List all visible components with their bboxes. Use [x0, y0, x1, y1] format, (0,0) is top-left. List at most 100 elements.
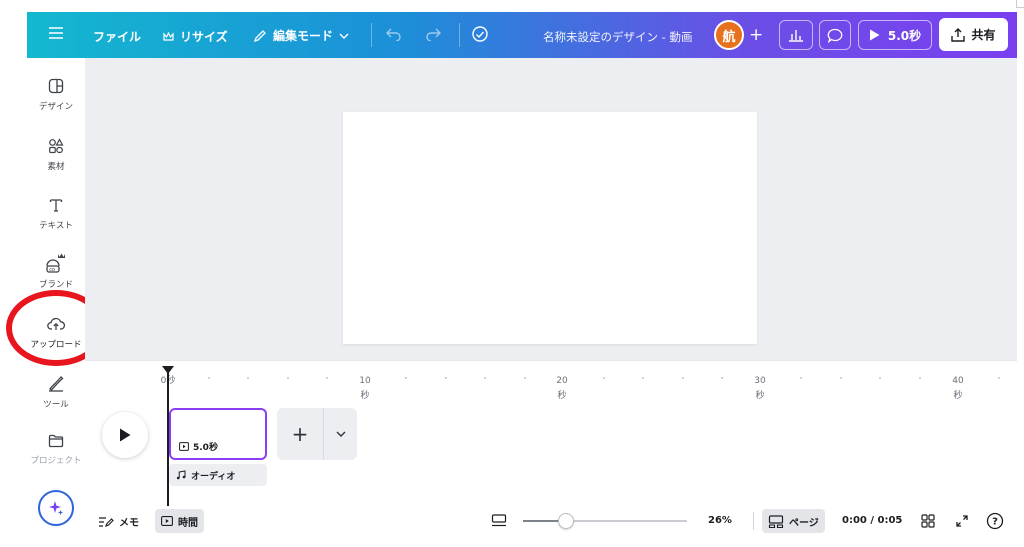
timeline-tick-40: 40 秒 [948, 374, 968, 404]
notes-label: メモ [119, 518, 139, 529]
clip-duration: 5.0秒 [179, 440, 218, 453]
timeline-clip[interactable]: 5.0秒 [169, 408, 267, 460]
playhead-line[interactable] [167, 372, 169, 506]
design-title[interactable]: 名称未設定のデザイン - 動画 [543, 29, 692, 45]
redo-icon [426, 28, 441, 41]
tick-value: 30 [754, 376, 766, 386]
tick-unit: 秒 [953, 391, 963, 401]
share-label: 共有 [971, 28, 996, 42]
audio-track-button[interactable]: オーディオ [169, 464, 267, 486]
redo-button[interactable] [425, 27, 441, 41]
insights-button[interactable] [779, 20, 813, 50]
add-page-options-button[interactable] [324, 408, 357, 460]
edit-mode-dropdown[interactable]: 編集モード [253, 27, 349, 44]
design-title-text: 名称未設定のデザイン - 動画 [543, 30, 693, 44]
sidebar-item-tools[interactable]: ツール [27, 374, 85, 410]
sidebar-item-text[interactable]: テキスト [27, 197, 85, 231]
add-page-control: + [277, 408, 357, 460]
timeline-play-button[interactable] [102, 412, 148, 458]
sidebar-item-projects[interactable]: プロジェクト [27, 434, 85, 466]
share-button[interactable]: 共有 [939, 18, 1008, 51]
timeline-tick-30: 30 秒 [750, 374, 770, 404]
file-menu-button[interactable]: ファイル [93, 28, 141, 45]
menu-button[interactable] [49, 27, 63, 39]
timeline-minor-tick [839, 377, 842, 379]
pages-label: ページ [789, 517, 819, 529]
zoom-level-text: 26% [708, 515, 732, 526]
expand-icon [956, 515, 968, 527]
design-page-canvas[interactable] [343, 112, 757, 344]
tick-value: 10 [359, 376, 371, 386]
time-display: 0:00 / 0:05 [842, 515, 902, 526]
thumbnail-view-button[interactable] [491, 514, 507, 527]
notes-pencil-icon [99, 516, 114, 527]
edit-mode-label: 編集モード [273, 29, 334, 43]
avatar[interactable]: 航 [714, 20, 744, 50]
svg-text:co: co [49, 267, 55, 273]
frame-edge [1016, 7, 1024, 8]
timing-button[interactable]: 時間 [155, 509, 204, 533]
sidebar-item-label: デザイン [38, 102, 73, 112]
timeline-minor-tick [247, 377, 249, 379]
grid-view-button[interactable] [921, 514, 935, 528]
timing-label: 時間 [178, 517, 198, 529]
sidebar-item-elements[interactable]: 素材 [27, 138, 85, 172]
undo-icon [386, 28, 401, 41]
audio-label: オーディオ [191, 471, 236, 482]
fullscreen-button[interactable] [955, 514, 969, 528]
timeline-tick-10: 10 秒 [355, 374, 375, 404]
timeline-minor-tick [602, 377, 605, 379]
brand-icon: co [46, 253, 65, 273]
timeline-minor-tick [681, 377, 684, 379]
sidebar-item-brand[interactable]: co ブランド [27, 252, 85, 290]
bar-chart-icon [789, 30, 803, 42]
shapes-icon [49, 138, 64, 154]
save-status-button[interactable] [471, 26, 489, 42]
sparkle-icon [49, 501, 63, 515]
folder-icon [48, 434, 64, 448]
add-page-button[interactable]: + [277, 408, 323, 460]
pages-button[interactable]: ページ [762, 509, 825, 533]
tick-unit: 秒 [755, 391, 765, 401]
timeline-minor-tick [286, 377, 289, 379]
sidebar-item-design[interactable]: デザイン [27, 78, 85, 112]
zoom-slider-handle[interactable] [557, 513, 574, 529]
top-toolbar: ファイル リサイズ 編集モード 名称未設定のデザイン - 動画 航 + 5.0秒… [27, 12, 1017, 58]
layout-icon [48, 78, 64, 94]
tick-unit: 秒 [557, 391, 567, 401]
file-menu-label: ファイル [93, 30, 142, 44]
toolbar-divider [459, 23, 460, 47]
hamburger-icon [49, 27, 63, 39]
timeline-minor-tick [800, 377, 802, 379]
help-button[interactable]: ? [986, 512, 1004, 530]
video-icon [179, 442, 189, 451]
notes-button[interactable]: メモ [98, 514, 139, 529]
timeline-minor-tick [760, 377, 763, 379]
timeline-minor-tick [523, 377, 526, 379]
zoom-level[interactable]: 26% [708, 515, 732, 526]
sidebar-item-label: テキスト [39, 221, 73, 231]
time-display-text: 0:00 / 0:05 [842, 515, 903, 526]
help-symbol: ? [992, 517, 998, 528]
resize-button[interactable]: リサイズ [163, 28, 228, 45]
timeline-minor-tick [642, 377, 644, 379]
avatar-initial: 航 [722, 29, 736, 45]
undo-button[interactable] [386, 27, 402, 41]
magic-assistant-button[interactable] [38, 490, 74, 526]
music-note-icon [176, 470, 186, 480]
pencil-icon [253, 29, 266, 42]
add-collaborator-button[interactable]: + [749, 25, 763, 45]
chevron-down-icon [339, 33, 349, 39]
grid-icon [921, 514, 935, 528]
chevron-down-icon [336, 431, 345, 437]
resize-label: リサイズ [180, 30, 228, 44]
video-icon [161, 516, 173, 526]
play-icon [869, 29, 880, 41]
timeline-minor-tick [405, 377, 407, 379]
tick-value: 20 [556, 376, 568, 386]
play-preview-button[interactable]: 5.0秒 [858, 20, 932, 50]
sidebar-item-label: プロジェクト [30, 456, 82, 466]
timeline-tick-20: 20 秒 [552, 374, 572, 404]
comments-button[interactable] [819, 20, 851, 50]
help-circle-icon: ? [986, 512, 1004, 530]
